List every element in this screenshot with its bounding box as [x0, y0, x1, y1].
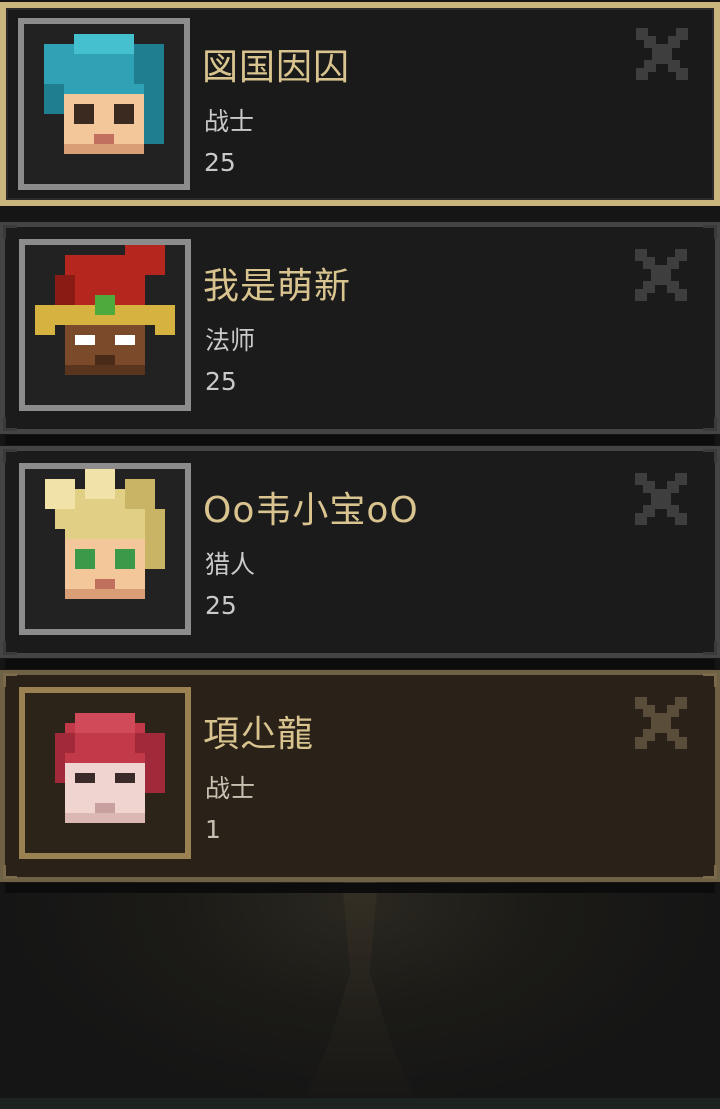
character-name: 項尐龍: [203, 714, 315, 755]
character-name: Oo韦小宝oO: [203, 490, 419, 531]
frame-corner: [703, 865, 717, 879]
frame-corner: [703, 673, 717, 687]
frame-corner: [3, 865, 17, 879]
bottom-bar: [0, 1098, 720, 1109]
character-portrait-frame: [19, 687, 191, 859]
close-x-icon: [635, 249, 687, 301]
character-slot-3[interactable]: Oo韦小宝oO 猎人 25: [0, 446, 720, 669]
frame-corner: [703, 417, 717, 431]
character-portrait-frame: [19, 463, 191, 635]
character-select-screen: 図国因囚 战士 25 我是萌新 法师 25 Oo韦小宝oO 猎人 25 項尐龍 …: [0, 0, 720, 1109]
character-info: 我是萌新 法师 25: [203, 227, 635, 429]
character-level: 25: [205, 367, 237, 396]
delete-character-button[interactable]: [635, 249, 687, 301]
close-x-icon: [635, 473, 687, 525]
character-class: 战士: [204, 107, 255, 136]
character-info: Oo韦小宝oO 猎人 25: [203, 451, 635, 653]
frame-corner: [3, 449, 17, 463]
close-x-icon: [636, 28, 688, 80]
frame-corner: [703, 225, 717, 239]
delete-character-button[interactable]: [635, 697, 687, 749]
character-portrait-frame: [19, 239, 191, 411]
frame-corner: [3, 225, 17, 239]
character-name: 我是萌新: [203, 266, 352, 307]
frame-corner: [703, 641, 717, 655]
character-info: 図国因囚 战士 25: [202, 8, 634, 200]
frame-corner: [3, 641, 17, 655]
character-class: 战士: [205, 774, 256, 803]
character-level: 25: [204, 148, 236, 177]
character-slot-4[interactable]: 項尐龍 战士 1: [0, 670, 720, 893]
character-portrait-frame: [18, 18, 190, 190]
character-slot-2[interactable]: 我是萌新 法师 25: [0, 222, 720, 445]
frame-corner: [3, 417, 17, 431]
character-class: 猎人: [205, 550, 256, 579]
character-slot-1[interactable]: 図国因囚 战士 25: [0, 2, 720, 206]
red-hat-mage-portrait: [35, 245, 175, 375]
delete-character-button[interactable]: [635, 473, 687, 525]
character-name: 図国因囚: [202, 47, 351, 88]
close-x-icon: [635, 697, 687, 749]
blue-hair-warrior-portrait: [44, 34, 164, 154]
blonde-hunter-portrait: [45, 469, 165, 599]
delete-character-button[interactable]: [636, 28, 688, 80]
frame-corner: [3, 673, 17, 687]
character-level: 1: [205, 815, 221, 844]
character-info: 項尐龍 战士 1: [203, 675, 635, 877]
character-class: 法师: [205, 326, 256, 355]
frame-corner: [703, 449, 717, 463]
red-hair-warrior-portrait: [55, 713, 165, 823]
character-level: 25: [205, 591, 237, 620]
